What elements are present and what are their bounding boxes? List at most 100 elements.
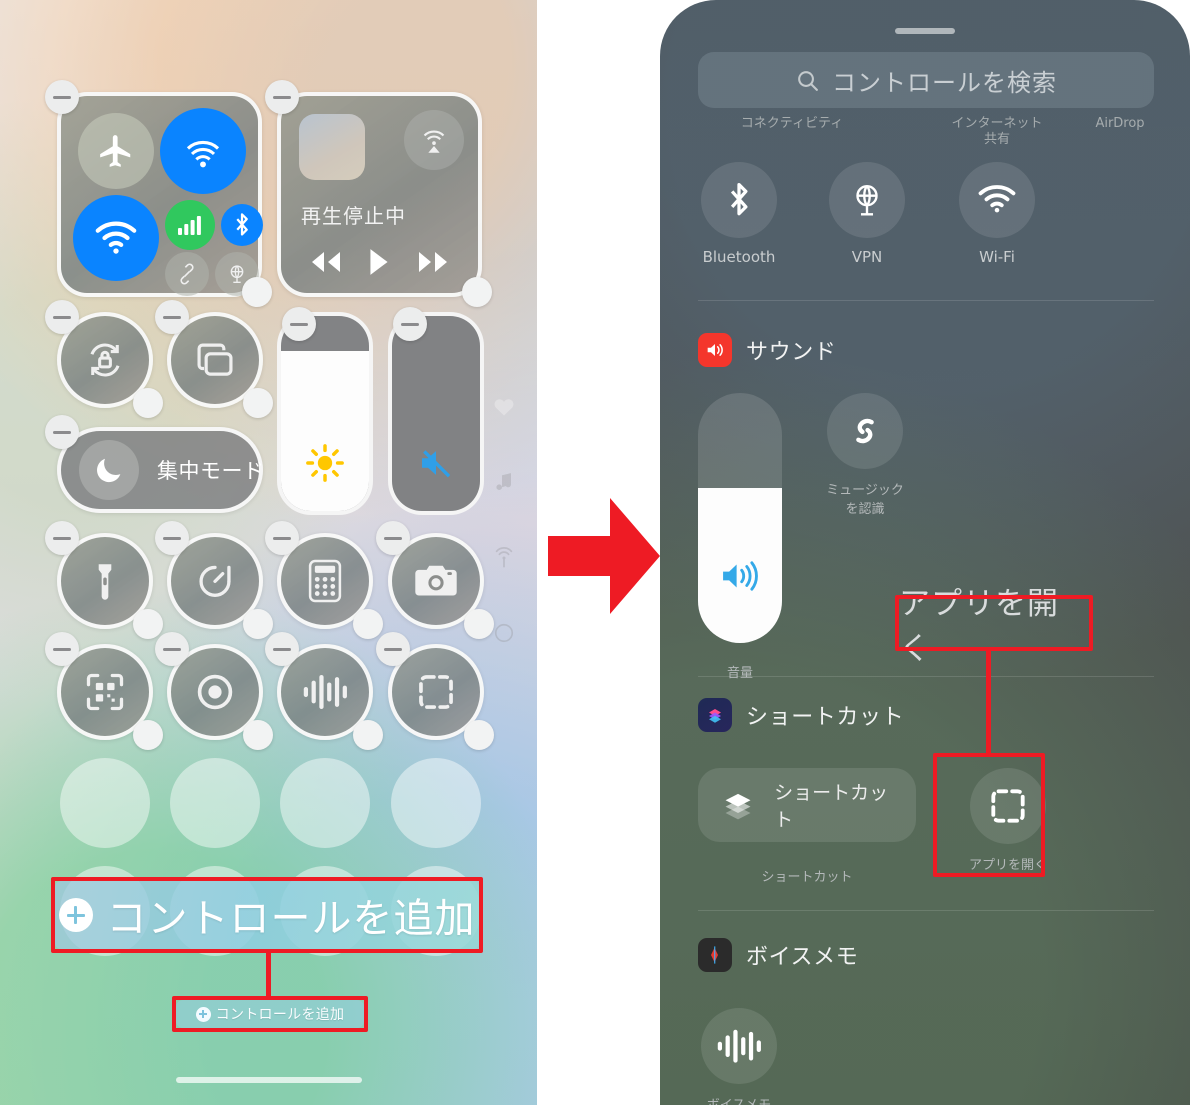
resize-grip-screen-mirroring[interactable] [243, 388, 273, 418]
module-volume-slider[interactable] [388, 312, 484, 515]
waveform-icon [701, 1008, 777, 1084]
right-arrow-icon [548, 498, 660, 614]
resize-grip-qr-scanner[interactable] [133, 720, 163, 750]
remove-badge-timer[interactable] [155, 521, 189, 555]
module-rotation-lock[interactable] [45, 300, 163, 418]
resize-grip-rotation-lock[interactable] [133, 388, 163, 418]
gallery-item-voice-memo[interactable]: ボイスメモ [684, 1008, 794, 1105]
rewind-icon[interactable] [306, 249, 344, 275]
remove-badge-camera[interactable] [376, 521, 410, 555]
gallery-item-shortcuts[interactable]: ショートカット [698, 768, 916, 842]
gallery-item-recognize-music[interactable]: ミュージック を認識 [810, 393, 920, 517]
resize-grip-voice-memo[interactable] [353, 720, 383, 750]
remove-badge-brightness[interactable] [282, 307, 316, 341]
section-header-sound: サウンド [698, 333, 836, 367]
remove-badge-qr-scanner[interactable] [45, 632, 79, 666]
module-calculator[interactable] [265, 521, 383, 639]
airplay-icon[interactable] [404, 110, 464, 170]
music-note-icon[interactable] [481, 470, 527, 499]
callout-box-open-app [933, 753, 1045, 877]
module-camera[interactable] [376, 521, 494, 639]
module-connectivity[interactable] [45, 80, 272, 307]
media-transport-controls [281, 247, 478, 277]
search-controls-input[interactable]: コントロールを検索 [698, 52, 1154, 108]
volume-muted-icon [415, 442, 457, 489]
gallery-item-vpn[interactable]: VPN [812, 162, 922, 266]
remove-badge-screen-mirroring[interactable] [155, 300, 189, 334]
gallery-label-voice-memo: ボイスメモ [684, 1094, 794, 1105]
module-now-playing[interactable]: 再生停止中 [265, 80, 492, 307]
wifi-icon [959, 162, 1035, 238]
control-grid: 再生停止中 集中モード コントロールを追加 コントロールを追加 [0, 0, 537, 1105]
empty-slot[interactable] [170, 758, 260, 848]
top-category-row: コネクティビティ インターネット 共有 AirDrop [660, 112, 1190, 147]
wifi-icon[interactable] [73, 195, 159, 281]
module-voice-memo[interactable] [265, 632, 383, 750]
rotation-lock-icon [61, 316, 149, 404]
gallery-item-wifi[interactable]: Wi-Fi [942, 162, 1052, 266]
empty-slot[interactable] [391, 758, 481, 848]
vpn-icon [829, 162, 905, 238]
resize-grip-flashlight[interactable] [133, 609, 163, 639]
remove-badge-now-playing[interactable] [265, 80, 299, 114]
empty-slot[interactable] [280, 758, 370, 848]
focus-mode-label: 集中モード [157, 459, 265, 483]
resize-grip-connectivity[interactable] [242, 277, 272, 307]
remove-badge-volume[interactable] [393, 307, 427, 341]
gallery-label-volume: 音量 [726, 666, 753, 681]
divider [698, 676, 1154, 677]
remove-badge-voice-memo[interactable] [265, 632, 299, 666]
play-icon[interactable] [366, 247, 392, 277]
connectivity-icon[interactable] [481, 545, 527, 576]
remove-badge-focus-mode[interactable] [45, 415, 79, 449]
resize-grip-now-playing[interactable] [462, 277, 492, 307]
gallery-pill-label-shortcuts: ショートカット [774, 782, 889, 831]
module-qr-scanner[interactable] [45, 632, 163, 750]
gallery-label-wifi: Wi-Fi [979, 248, 1015, 266]
bluetooth-icon [701, 162, 777, 238]
resize-grip-screen-record[interactable] [243, 720, 273, 750]
resize-grip-calculator[interactable] [353, 609, 383, 639]
module-flashlight[interactable] [45, 521, 163, 639]
remove-badge-calculator[interactable] [265, 521, 299, 555]
category-label-airdrop: AirDrop [1095, 116, 1145, 131]
screenshot-root: 再生停止中 集中モード コントロールを追加 コントロールを追加 コントロールを検… [0, 0, 1200, 1105]
section-header-voice-memos: ボイスメモ [698, 938, 858, 972]
bluetooth-icon[interactable] [221, 204, 263, 246]
gallery-item-bluetooth[interactable]: Bluetooth [684, 162, 794, 266]
remove-badge-connectivity[interactable] [45, 80, 79, 114]
module-brightness-slider[interactable] [277, 312, 373, 515]
sheet-grabber[interactable] [895, 28, 955, 34]
airplane-mode-icon[interactable] [78, 113, 154, 189]
heart-icon[interactable] [481, 395, 527, 424]
remove-badge-rotation-lock[interactable] [45, 300, 79, 334]
callout-box-open-app-zoomed [895, 595, 1093, 651]
empty-slot[interactable] [60, 758, 150, 848]
module-open-app[interactable] [376, 632, 494, 750]
callout-box-add-control [172, 996, 368, 1032]
gallery-label-vpn: VPN [851, 248, 883, 266]
airdrop-icon[interactable] [160, 108, 246, 194]
cellular-data-icon[interactable] [165, 200, 215, 250]
module-screen-record[interactable] [155, 632, 273, 750]
screen-mirroring-icon [171, 316, 259, 404]
resize-grip-camera[interactable] [464, 609, 494, 639]
remove-badge-flashlight[interactable] [45, 521, 79, 555]
callout-connector-line [266, 953, 271, 997]
remove-badge-open-app[interactable] [376, 632, 410, 666]
sound-app-icon [698, 333, 732, 367]
gallery-item-volume[interactable] [698, 393, 782, 643]
gallery-label-shortcuts: ショートカット [761, 870, 853, 885]
module-timer[interactable] [155, 521, 273, 639]
remove-badge-screen-record[interactable] [155, 632, 189, 666]
home-indicator [175, 1077, 362, 1083]
resize-grip-open-app[interactable] [464, 720, 494, 750]
moon-icon [79, 440, 139, 500]
divider [698, 300, 1154, 301]
shortcuts-app-icon [698, 698, 732, 732]
fast-forward-icon[interactable] [415, 249, 453, 275]
personal-hotspot-icon[interactable] [165, 252, 209, 296]
module-screen-mirroring[interactable] [155, 300, 273, 418]
resize-grip-timer[interactable] [243, 609, 273, 639]
module-focus-mode[interactable]: 集中モード [45, 415, 265, 513]
